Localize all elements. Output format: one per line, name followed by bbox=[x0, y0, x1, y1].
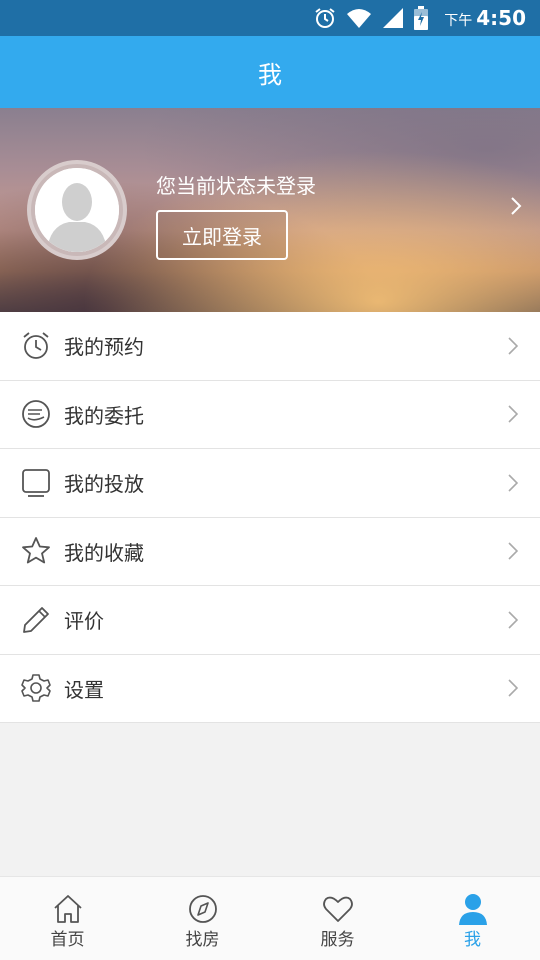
nav-home[interactable]: 首页 bbox=[0, 877, 135, 960]
compass-icon bbox=[188, 895, 217, 923]
menu-item-appointments[interactable]: 我的预约 bbox=[0, 312, 540, 381]
pencil-icon bbox=[23, 606, 49, 633]
menu-item-label: 设置 bbox=[64, 677, 104, 702]
alarm-clock-icon bbox=[23, 332, 49, 359]
avatar[interactable] bbox=[27, 160, 127, 260]
chevron-right-icon bbox=[508, 542, 518, 560]
menu-item-label: 我的投放 bbox=[64, 472, 144, 497]
profile-banner[interactable]: 您当前状态未登录 立即登录 bbox=[0, 108, 540, 312]
menu-item-favorites[interactable]: 我的收藏 bbox=[0, 518, 540, 586]
menu-item-placements[interactable]: 我的投放 bbox=[0, 449, 540, 518]
alarm-icon bbox=[315, 8, 335, 28]
monitor-icon bbox=[22, 468, 50, 497]
title-bar: 我 bbox=[0, 36, 540, 108]
bottom-nav: 首页 找房 服务 我 bbox=[0, 876, 540, 960]
avatar-placeholder bbox=[35, 168, 119, 252]
chevron-right-icon bbox=[508, 405, 518, 423]
menu-item-label: 我的委托 bbox=[64, 403, 144, 428]
menu-item-label: 我的预约 bbox=[64, 335, 144, 360]
nav-label: 服务 bbox=[320, 930, 355, 950]
chevron-right-icon bbox=[508, 337, 518, 355]
star-icon bbox=[22, 537, 50, 564]
nav-find-house[interactable]: 找房 bbox=[135, 877, 270, 960]
page-title: 我 bbox=[258, 60, 282, 89]
chevron-right-icon[interactable] bbox=[510, 196, 522, 216]
status-icons: 下午 4:50 bbox=[314, 0, 526, 36]
menu-item-settings[interactable]: 设置 bbox=[0, 655, 540, 723]
heart-icon bbox=[322, 896, 353, 922]
person-icon bbox=[458, 894, 487, 925]
status-bar: 下午 4:50 bbox=[0, 0, 540, 36]
menu-list: 我的预约 我的委托 我的投放 我的收藏 评价 设置 bbox=[0, 312, 540, 723]
login-button[interactable]: 立即登录 bbox=[156, 210, 288, 260]
menu-item-label: 我的收藏 bbox=[64, 540, 144, 565]
gear-icon bbox=[21, 674, 51, 703]
nav-label: 我 bbox=[464, 930, 481, 950]
status-ampm: 下午 bbox=[444, 13, 473, 29]
handshake-icon bbox=[22, 400, 50, 429]
menu-item-label: 评价 bbox=[64, 609, 104, 634]
menu-item-commissions[interactable]: 我的委托 bbox=[0, 381, 540, 449]
nav-me[interactable]: 我 bbox=[405, 877, 540, 960]
default-user-icon bbox=[35, 168, 119, 252]
battery-icon bbox=[414, 6, 429, 30]
nav-label: 找房 bbox=[185, 930, 220, 950]
login-status-text: 您当前状态未登录 bbox=[156, 174, 316, 198]
nav-services[interactable]: 服务 bbox=[270, 877, 405, 960]
chevron-right-icon bbox=[508, 679, 518, 697]
clock: 下午 4:50 bbox=[438, 6, 526, 30]
chevron-right-icon bbox=[508, 611, 518, 629]
menu-item-reviews[interactable]: 评价 bbox=[0, 586, 540, 655]
home-icon bbox=[53, 895, 82, 923]
wifi-icon bbox=[347, 9, 372, 28]
signal-icon bbox=[383, 8, 404, 28]
nav-label: 首页 bbox=[50, 930, 85, 950]
status-time: 4:50 bbox=[476, 6, 526, 30]
chevron-right-icon bbox=[508, 474, 518, 492]
